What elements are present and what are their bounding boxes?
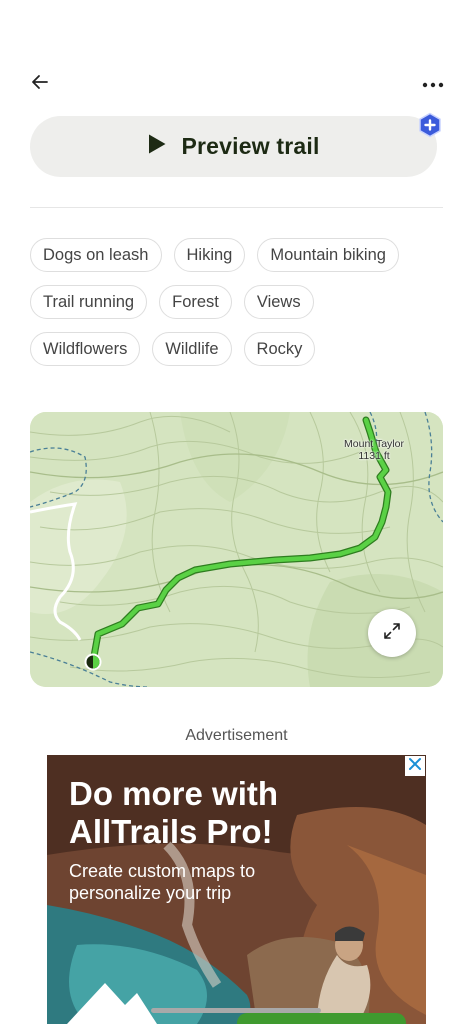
tag-rocky[interactable]: Rocky bbox=[243, 332, 316, 366]
ad-banner[interactable]: Do more with AllTrails Pro! Create custo… bbox=[47, 755, 426, 1024]
peak-name: Mount Taylor bbox=[344, 438, 404, 450]
tag-row: Dogs on leash Hiking Mountain biking bbox=[30, 238, 450, 272]
more-options-button[interactable] bbox=[419, 70, 447, 98]
preview-trail-label: Preview trail bbox=[181, 133, 320, 159]
play-icon bbox=[147, 133, 167, 160]
ad-subtitle: Create custom maps to personalize your t… bbox=[69, 861, 256, 903]
tag-row: Trail running Forest Views bbox=[30, 285, 450, 319]
tag-wildflowers[interactable]: Wildflowers bbox=[30, 332, 141, 366]
ad-close-button[interactable] bbox=[405, 756, 425, 776]
peak-elevation: 1131 ft bbox=[358, 450, 390, 462]
tag-wildlife[interactable]: Wildlife bbox=[152, 332, 232, 366]
peak-label: Mount Taylor 1131 ft bbox=[336, 438, 412, 462]
tag-row: Wildflowers Wildlife Rocky bbox=[30, 332, 450, 366]
home-indicator bbox=[151, 1008, 321, 1013]
expand-map-button[interactable] bbox=[368, 609, 416, 657]
tag-dogs-on-leash[interactable]: Dogs on leash bbox=[30, 238, 162, 272]
tag-views[interactable]: Views bbox=[243, 285, 314, 319]
tag-mountain-biking[interactable]: Mountain biking bbox=[257, 238, 399, 272]
pro-plus-badge-icon bbox=[417, 112, 443, 138]
more-horizontal-icon bbox=[422, 75, 444, 93]
expand-icon bbox=[383, 622, 401, 645]
preview-trail-button[interactable]: Preview trail bbox=[30, 116, 437, 177]
section-divider bbox=[30, 207, 443, 208]
ad-title: Do more with AllTrails Pro! bbox=[69, 775, 279, 850]
arrow-left-icon bbox=[30, 72, 50, 97]
back-button[interactable] bbox=[26, 70, 54, 98]
trail-tags: Dogs on leash Hiking Mountain biking Tra… bbox=[30, 238, 450, 379]
close-x-icon bbox=[408, 757, 422, 776]
top-bar bbox=[0, 62, 473, 104]
advertisement-label: Advertisement bbox=[185, 727, 288, 744]
tag-forest[interactable]: Forest bbox=[159, 285, 232, 319]
tag-trail-running[interactable]: Trail running bbox=[30, 285, 148, 319]
tag-hiking[interactable]: Hiking bbox=[173, 238, 246, 272]
